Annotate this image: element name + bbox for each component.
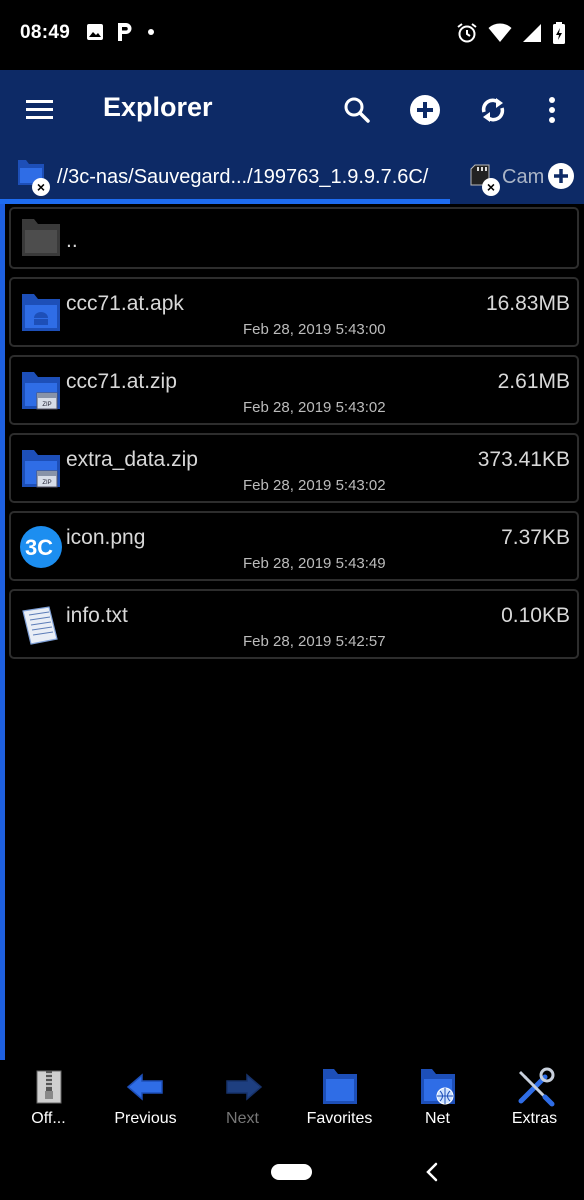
list-item[interactable]: ZIP extra_data.zip 373.41KB Feb 28, 2019…	[9, 433, 579, 503]
file-name: icon.png	[66, 526, 146, 549]
more-button[interactable]	[532, 90, 572, 130]
nav-label: Previous	[114, 1110, 177, 1127]
arrow-right-icon	[226, 1073, 263, 1101]
tab-camera-close-icon[interactable]: ×	[482, 178, 500, 196]
panel-indicator-bar	[0, 204, 5, 1060]
search-button[interactable]	[337, 90, 377, 130]
system-nav-bar	[0, 1142, 584, 1200]
list-item[interactable]: ccc71.at.apk 16.83MB Feb 28, 2019 5:43:0…	[9, 277, 579, 347]
add-tab-button[interactable]	[546, 161, 576, 191]
file-name: extra_data.zip	[66, 448, 198, 471]
file-size: 16.83MB	[485, 292, 570, 315]
file-date: Feb 28, 2019 5:42:57	[243, 633, 386, 650]
folder-blue-icon	[323, 1069, 357, 1104]
list-item[interactable]: ZIP ccc71.at.zip 2.61MB Feb 28, 2019 5:4…	[9, 355, 579, 425]
sync-button[interactable]	[473, 90, 513, 130]
p-app-icon	[118, 23, 132, 41]
file-size: 373.41KB	[477, 448, 570, 471]
text-file-icon	[22, 606, 58, 645]
file-name: info.txt	[66, 604, 128, 627]
svg-text:ZIP: ZIP	[42, 480, 51, 486]
folder-android-icon	[22, 294, 60, 331]
tools-icon	[518, 1067, 555, 1107]
status-right-icons	[456, 22, 566, 44]
file-size: 2.61MB	[497, 370, 570, 393]
list-item-parent[interactable]: ..	[9, 207, 579, 269]
tab-close-icon[interactable]: ×	[32, 178, 50, 196]
svg-text:3C: 3C	[25, 535, 53, 560]
home-pill[interactable]	[271, 1164, 312, 1180]
status-left-icons	[86, 22, 156, 42]
page-title: Explorer	[103, 92, 213, 122]
zipper-icon	[36, 1070, 62, 1104]
list-item[interactable]: info.txt 0.10KB Feb 28, 2019 5:42:57	[9, 589, 579, 659]
tab-nas-path[interactable]: × //3c-nas/Sauvegard.../199763_1.9.9.7.6…	[0, 150, 450, 204]
file-name: ccc71.at.apk	[66, 292, 184, 315]
file-name: ..	[66, 229, 78, 252]
app-toolbar: Explorer	[0, 70, 584, 150]
status-time: 08:49	[20, 22, 71, 43]
tab-strip: × //3c-nas/Sauvegard.../199763_1.9.9.7.6…	[0, 150, 584, 204]
menu-button[interactable]	[22, 94, 58, 126]
folder-globe-icon	[421, 1069, 455, 1105]
nav-off-button[interactable]: Off...	[0, 1060, 97, 1142]
nav-label: Off...	[31, 1110, 66, 1127]
nav-next-button[interactable]: Next	[194, 1060, 291, 1142]
tab-path-label: //3c-nas/Sauvegard.../199763_1.9.9.7.6C/	[57, 166, 429, 188]
status-bar: 08:49	[0, 0, 584, 70]
file-size: 0.10KB	[501, 604, 570, 627]
nav-extras-button[interactable]: Extras	[486, 1060, 583, 1142]
add-circle-icon	[410, 95, 440, 125]
list-item[interactable]: 3C icon.png 7.37KB Feb 28, 2019 5:43:49	[9, 511, 579, 581]
file-date: Feb 28, 2019 5:43:00	[243, 321, 386, 338]
file-date: Feb 28, 2019 5:43:02	[243, 399, 386, 416]
bottom-nav: Off... Previous Next Favorites Net Extra…	[0, 1060, 584, 1142]
nav-label: Net	[425, 1110, 450, 1127]
back-icon[interactable]	[420, 1160, 444, 1184]
folder-zip-icon: ZIP	[22, 372, 60, 410]
nav-label: Extras	[511, 1110, 558, 1127]
dot-icon	[148, 29, 154, 35]
wifi-icon	[488, 23, 512, 42]
file-name: ccc71.at.zip	[66, 370, 177, 393]
tab-active-indicator	[0, 199, 450, 204]
folder-zip-icon: ZIP	[22, 450, 60, 488]
nav-label: Favorites	[306, 1110, 373, 1127]
add-button[interactable]	[405, 90, 445, 130]
3c-logo-icon: 3C	[20, 526, 62, 568]
nav-net-button[interactable]: Net	[389, 1060, 486, 1142]
tab-camera[interactable]: × Cam	[466, 150, 546, 204]
search-icon	[344, 97, 370, 123]
arrow-left-icon	[126, 1073, 163, 1101]
image-icon	[87, 24, 103, 40]
file-date: Feb 28, 2019 5:43:02	[243, 477, 386, 494]
more-vert-icon	[549, 97, 555, 123]
file-date: Feb 28, 2019 5:43:49	[243, 555, 386, 572]
tab-camera-label: Cam	[502, 166, 545, 188]
menu-icon	[26, 100, 53, 119]
nav-label: Next	[226, 1110, 259, 1127]
battery-icon	[553, 22, 565, 44]
sync-icon	[481, 98, 505, 122]
nav-previous-button[interactable]: Previous	[97, 1060, 194, 1142]
svg-text:ZIP: ZIP	[42, 402, 51, 408]
file-size: 7.37KB	[501, 526, 570, 549]
folder-gray-icon	[22, 219, 60, 256]
signal-icon	[523, 24, 541, 42]
add-tab-icon	[548, 163, 574, 189]
nav-favorites-button[interactable]: Favorites	[291, 1060, 388, 1142]
alarm-icon	[457, 23, 477, 43]
